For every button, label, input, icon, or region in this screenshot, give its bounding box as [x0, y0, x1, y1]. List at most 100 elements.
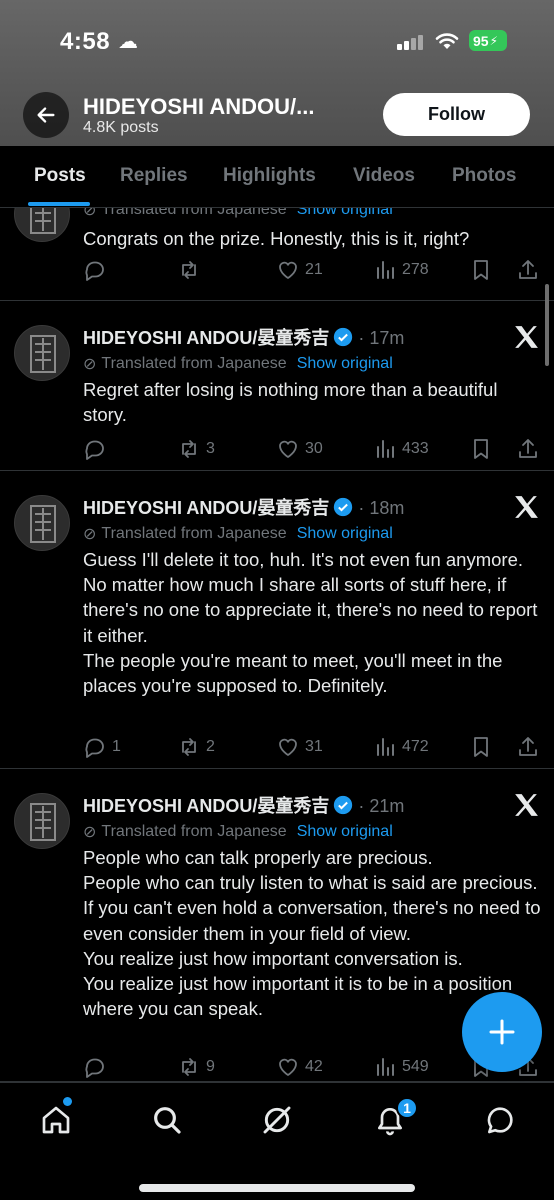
tab-replies[interactable]: Replies [120, 165, 188, 187]
like-icon [279, 1058, 297, 1076]
translate-icon: ⊘ [83, 526, 97, 543]
reply-button[interactable] [83, 258, 112, 282]
plus-icon [489, 1019, 515, 1045]
back-button[interactable] [23, 92, 69, 138]
tab-posts[interactable]: Posts [34, 165, 86, 187]
views-button[interactable]: 433 [373, 437, 429, 461]
views-button[interactable]: 549 [373, 1055, 429, 1079]
reply-icon [85, 440, 104, 460]
views-button[interactable]: 472 [373, 735, 429, 759]
post-count: 4.8K posts [83, 119, 159, 136]
tab-photos[interactable]: Photos [452, 165, 516, 187]
reply-button[interactable] [83, 437, 112, 461]
repost-icon [182, 261, 196, 279]
nav-home[interactable] [36, 1100, 76, 1140]
nav-messages[interactable] [480, 1100, 520, 1140]
views-count: 549 [402, 1058, 429, 1075]
post-header: HIDEYOSHI ANDOU/晏童秀吉 · 17m [83, 327, 405, 348]
views-icon [377, 440, 394, 458]
like-count: 21 [305, 261, 323, 278]
tab-highlights[interactable]: Highlights [223, 165, 316, 187]
post[interactable]: HIDEYOSHI ANDOU/晏童秀吉 · 17m ⊘ Translated f… [0, 301, 554, 471]
x-logo-icon [515, 326, 538, 348]
post-time: 18m [369, 498, 405, 518]
translated-label: Translated from Japanese [101, 823, 287, 840]
share-button[interactable] [516, 437, 540, 461]
avatar[interactable] [14, 208, 70, 242]
show-original-link[interactable]: Show original [297, 208, 393, 219]
repost-button[interactable]: 2 [177, 735, 215, 759]
post-text: People who can talk properly are preciou… [83, 847, 541, 1020]
bookmark-button[interactable] [469, 258, 493, 282]
avatar[interactable] [14, 325, 70, 381]
grok-icon [263, 1106, 291, 1134]
post-text: Guess I'll delete it too, huh. It's not … [83, 549, 538, 697]
reply-icon [85, 738, 104, 758]
nav-search[interactable] [147, 1100, 187, 1140]
bookmark-button[interactable] [469, 735, 493, 759]
repost-count: 9 [206, 1058, 215, 1075]
home-indicator[interactable] [139, 1184, 415, 1192]
avatar[interactable] [14, 495, 70, 551]
reply-button[interactable]: 1 [83, 735, 121, 759]
reply-icon [85, 261, 104, 281]
author-name[interactable]: HIDEYOSHI ANDOU/晏童秀吉 [83, 498, 329, 518]
arrow-left-icon [37, 107, 55, 123]
author-name[interactable]: HIDEYOSHI ANDOU/晏童秀吉 [83, 796, 329, 816]
bookmark-icon [474, 260, 488, 280]
avatar[interactable] [14, 793, 70, 849]
battery-indicator: 95 ⚡ [469, 30, 507, 51]
nav-grok[interactable] [257, 1100, 297, 1140]
like-button[interactable]: 30 [276, 437, 323, 461]
like-button[interactable]: 42 [276, 1055, 323, 1079]
bookmark-button[interactable] [469, 437, 493, 461]
signal-icon [397, 34, 423, 50]
post[interactable]: ⊘ Translated from Japanese Show original C… [0, 208, 554, 301]
post-feed: ⊘ Translated from Japanese Show original C… [0, 208, 554, 1082]
verified-badge-icon [334, 795, 353, 815]
verified-badge-icon [334, 497, 353, 517]
tab-videos[interactable]: Videos [353, 165, 415, 187]
share-icon [519, 260, 537, 279]
home-icon [42, 1106, 70, 1134]
like-button[interactable]: 31 [276, 735, 323, 759]
post-actions: 3 30 433 [83, 437, 543, 463]
profile-header: 4:58 ☁ 95 ⚡ HIDEYOSHI ANDOU/... 4.8K post… [0, 0, 554, 146]
views-count: 472 [402, 738, 429, 755]
post-header: HIDEYOSHI ANDOU/晏童秀吉 · 21m [83, 795, 405, 816]
bookmark-icon [474, 737, 488, 757]
show-original-link[interactable]: Show original [297, 525, 393, 543]
translated-label: Translated from Japanese [101, 355, 287, 372]
post[interactable]: HIDEYOSHI ANDOU/晏童秀吉 · 18m ⊘ Translated f… [0, 471, 554, 769]
reply-button[interactable] [83, 1055, 112, 1079]
repost-icon [182, 738, 196, 756]
battery-level: 95 [473, 32, 489, 49]
views-count: 278 [402, 261, 429, 278]
follow-button[interactable]: Follow [383, 93, 530, 136]
author-name[interactable]: HIDEYOSHI ANDOU/晏童秀吉 [83, 328, 329, 348]
compose-button[interactable] [462, 992, 542, 1072]
show-original-link[interactable]: Show original [297, 823, 393, 841]
repost-button[interactable] [177, 258, 206, 282]
message-bubble-icon [487, 1107, 513, 1134]
repost-button[interactable]: 3 [177, 437, 215, 461]
reply-icon [85, 1058, 104, 1078]
show-original-link[interactable]: Show original [297, 355, 393, 373]
views-button[interactable]: 278 [373, 258, 429, 282]
views-count: 433 [402, 440, 429, 457]
repost-icon [182, 440, 196, 458]
wifi-icon [435, 33, 459, 49]
like-count: 30 [305, 440, 323, 457]
scrollbar[interactable] [545, 284, 549, 366]
share-button[interactable] [516, 735, 540, 759]
post-actions: 1 2 31 472 [83, 735, 543, 761]
share-button[interactable] [516, 258, 540, 282]
repost-button[interactable]: 9 [177, 1055, 215, 1079]
notification-badge: 1 [396, 1097, 418, 1119]
verified-badge-icon [334, 327, 353, 347]
cloud-icon: ☁ [118, 31, 138, 53]
bottom-navigation: 1 [0, 1082, 554, 1200]
repost-count: 3 [206, 440, 215, 457]
post-text: Regret after losing is nothing more than… [83, 379, 503, 426]
like-button[interactable]: 21 [276, 258, 323, 282]
